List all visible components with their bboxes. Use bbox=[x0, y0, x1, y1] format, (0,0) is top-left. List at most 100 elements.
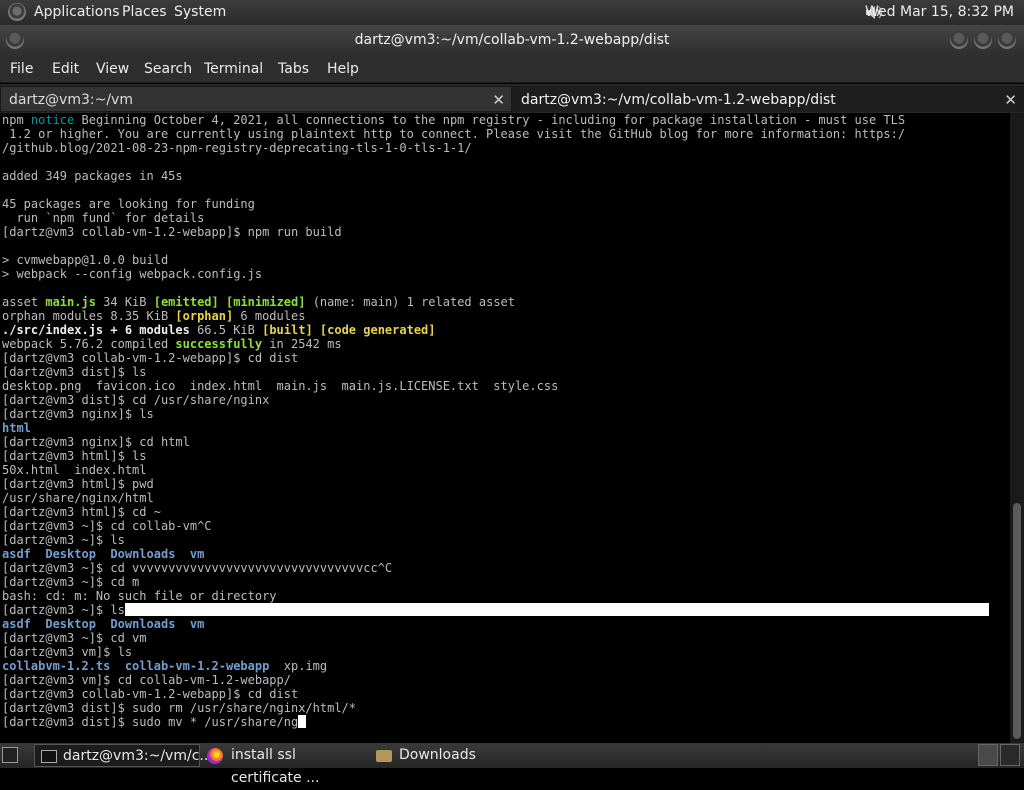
terminal-text: ./src/index.js + 6 modules bbox=[2, 323, 190, 337]
show-desktop-icon[interactable] bbox=[2, 747, 18, 763]
terminal-line: [dartz@vm3 vm]$ cd collab-vm-1.2-webapp/ bbox=[2, 673, 989, 687]
terminal-text: main.js bbox=[45, 295, 96, 309]
terminal-line: asset main.js 34 KiB [emitted] [minimize… bbox=[2, 295, 989, 309]
terminal-line: npm notice Beginning October 4, 2021, al… bbox=[2, 113, 989, 127]
terminal-line: added 349 packages in 45s bbox=[2, 169, 989, 183]
tab-dist[interactable]: dartz@vm3:~/vm/collab-vm-1.2-webapp/dist… bbox=[512, 86, 1024, 112]
terminal-line: 45 packages are looking for funding bbox=[2, 197, 989, 211]
terminal-text: 34 KiB bbox=[95, 295, 154, 309]
menu-tabs[interactable]: Tabs bbox=[278, 57, 309, 82]
tab-bar: dartz@vm3:~/vm ✕ dartz@vm3:~/vm/collab-v… bbox=[0, 84, 1024, 113]
scrollbar-thumb[interactable] bbox=[1013, 503, 1021, 739]
terminal-text: > webpack --config webpack.config.js bbox=[2, 267, 263, 281]
terminal-text: [minimized] bbox=[226, 295, 306, 309]
text-cursor bbox=[298, 715, 307, 728]
terminal-line: [dartz@vm3 collab-vm-1.2-webapp]$ npm ru… bbox=[2, 225, 989, 239]
minimize-icon[interactable] bbox=[950, 31, 968, 49]
menu-edit[interactable]: Edit bbox=[52, 57, 79, 82]
taskbar-item-downloads[interactable]: Downloads bbox=[374, 744, 540, 767]
terminal-text: [dartz@vm3 dist]$ ls bbox=[2, 365, 147, 379]
terminal-text: added 349 packages in 45s bbox=[2, 169, 183, 183]
clock[interactable]: Wed Mar 15, 8:32 PM bbox=[865, 0, 1014, 25]
applications-menu[interactable]: Applications bbox=[34, 0, 120, 25]
terminal-text: npm bbox=[2, 113, 31, 127]
taskbar-item-terminal[interactable]: dartz@vm3:~/vm/c... bbox=[34, 744, 213, 767]
terminal-line: [dartz@vm3 collab-vm-1.2-webapp]$ cd dis… bbox=[2, 351, 989, 365]
terminal-text: [dartz@vm3 ~]$ cd vm bbox=[2, 631, 147, 645]
terminal-line: [dartz@vm3 html]$ pwd bbox=[2, 477, 989, 491]
close-tab-icon[interactable]: ✕ bbox=[492, 87, 505, 113]
selection-highlight bbox=[124, 603, 989, 616]
terminal-text: Desktop bbox=[45, 547, 96, 561]
maximize-icon[interactable] bbox=[974, 31, 992, 49]
terminal-line: [dartz@vm3 html]$ cd ~ bbox=[2, 505, 989, 519]
menu-search[interactable]: Search bbox=[144, 57, 192, 82]
terminal-text: > cvmwebapp@1.0.0 build bbox=[2, 253, 169, 267]
terminal-text: [dartz@vm3 ~]$ ls bbox=[2, 533, 125, 547]
terminal-text: desktop.png favicon.ico index.html main.… bbox=[2, 379, 559, 393]
terminal-line: html bbox=[2, 421, 989, 435]
terminal-line: [dartz@vm3 dist]$ sudo rm /usr/share/ngi… bbox=[2, 701, 989, 715]
places-menu[interactable]: Places bbox=[122, 0, 167, 25]
taskbar-label: install ssl certificate ... bbox=[231, 747, 320, 786]
window-title: dartz@vm3:~/vm/collab-vm-1.2-webapp/dist bbox=[354, 32, 670, 48]
workspace-switcher[interactable] bbox=[978, 744, 1022, 766]
terminal-line: collabvm-1.2.ts collab-vm-1.2-webapp xp.… bbox=[2, 659, 989, 673]
terminal-text: [dartz@vm3 html]$ cd ~ bbox=[2, 505, 161, 519]
terminal-text: Downloads bbox=[110, 547, 176, 561]
terminal-line: 50x.html index.html bbox=[2, 463, 989, 477]
terminal-text: [dartz@vm3 ~]$ cd collab-vm^C bbox=[2, 519, 212, 533]
terminal-text: collabvm-1.2.ts bbox=[2, 659, 111, 673]
terminal-line: /github.blog/2021-08-23-npm-registry-dep… bbox=[2, 141, 989, 155]
menu-file[interactable]: File bbox=[10, 57, 33, 82]
terminal-text: [dartz@vm3 collab-vm-1.2-webapp]$ cd dis… bbox=[2, 351, 299, 365]
terminal-text: [dartz@vm3 dist]$ sudo rm /usr/share/ngi… bbox=[2, 701, 357, 715]
menu-terminal[interactable]: Terminal bbox=[204, 57, 263, 82]
menu-view[interactable]: View bbox=[96, 57, 129, 82]
close-window-icon[interactable] bbox=[998, 31, 1016, 49]
terminal-text: bash: cd: m: No such file or directory bbox=[2, 589, 277, 603]
close-tab-icon[interactable]: ✕ bbox=[1004, 87, 1017, 113]
terminal-output[interactable]: npm notice Beginning October 4, 2021, al… bbox=[0, 113, 1010, 743]
bottom-panel: dartz@vm3:~/vm/c... install ssl certific… bbox=[0, 743, 1024, 786]
terminal-text: [dartz@vm3 collab-vm-1.2-webapp]$ cd dis… bbox=[2, 687, 299, 701]
terminal-text: run `npm fund` for details bbox=[2, 211, 205, 225]
terminal-line: [dartz@vm3 vm]$ ls bbox=[2, 645, 989, 659]
terminal-line: [dartz@vm3 collab-vm-1.2-webapp]$ cd dis… bbox=[2, 687, 989, 701]
system-menu[interactable]: System bbox=[174, 0, 226, 25]
terminal-line: desktop.png favicon.ico index.html main.… bbox=[2, 379, 989, 393]
terminal-text: in 2542 ms bbox=[262, 337, 342, 351]
tab-vm[interactable]: dartz@vm3:~/vm ✕ bbox=[0, 86, 512, 112]
terminal-text: 66.5 KiB bbox=[189, 323, 263, 337]
terminal-text: 50x.html index.html bbox=[2, 463, 147, 477]
terminal-text: [built] bbox=[262, 323, 313, 337]
terminal-line: orphan modules 8.35 KiB [orphan] 6 modul… bbox=[2, 309, 989, 323]
terminal-text: vm bbox=[189, 547, 205, 561]
terminal-text: xp.img bbox=[269, 659, 328, 673]
taskbar-label: Downloads bbox=[399, 747, 476, 763]
terminal-text: (name: main) 1 related asset bbox=[305, 295, 515, 309]
terminal-scrollbar[interactable] bbox=[1010, 113, 1024, 743]
workspace-1[interactable] bbox=[978, 744, 998, 766]
taskbar-item-firefox[interactable]: install ssl certificate ... bbox=[204, 744, 370, 786]
terminal-text: [code generated] bbox=[319, 323, 436, 337]
gnome-foot-icon[interactable] bbox=[8, 3, 26, 21]
terminal-text: 1.2 or higher. You are currently using p… bbox=[2, 127, 906, 141]
terminal-line: [dartz@vm3 ~]$ cd collab-vm^C bbox=[2, 519, 989, 533]
terminal-line: [dartz@vm3 nginx]$ ls bbox=[2, 407, 989, 421]
terminal-lines: npm notice Beginning October 4, 2021, al… bbox=[2, 113, 989, 729]
terminal-line: [dartz@vm3 ~]$ ls bbox=[2, 533, 989, 547]
terminal-text: [dartz@vm3 dist]$ cd /usr/share/nginx bbox=[2, 393, 270, 407]
menu-help[interactable]: Help bbox=[327, 57, 359, 82]
terminal-text: [dartz@vm3 vm]$ ls bbox=[2, 645, 133, 659]
window-title-bar[interactable]: dartz@vm3:~/vm/collab-vm-1.2-webapp/dist bbox=[0, 25, 1024, 57]
workspace-2[interactable] bbox=[1000, 744, 1020, 766]
terminal-line: [dartz@vm3 ~]$ ls bbox=[2, 603, 989, 617]
terminal-text: [dartz@vm3 vm]$ cd collab-vm-1.2-webapp/ bbox=[2, 673, 291, 687]
top-panel: Applications Places System Wed Mar 15, 8… bbox=[0, 0, 1024, 25]
